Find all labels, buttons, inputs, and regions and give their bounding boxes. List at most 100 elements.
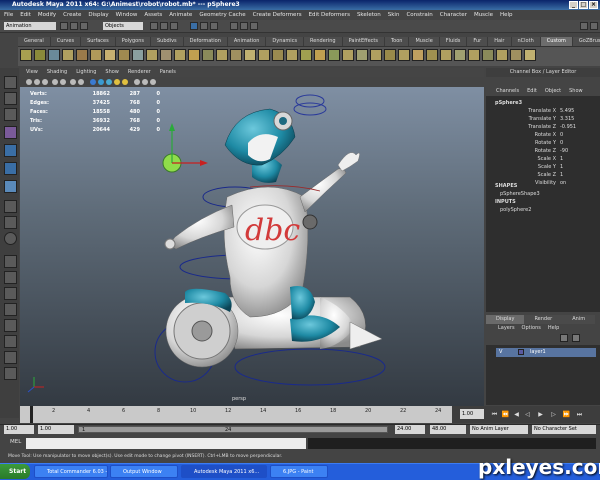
shelf-tool-icon[interactable] [34,49,46,61]
channel-value[interactable]: 3.315 [560,115,574,123]
shelf-tab-hair[interactable]: Hair [488,37,512,46]
shelf-tab-rendering[interactable]: Rendering [304,37,343,46]
character-set-select[interactable]: No Character Set [532,425,596,434]
last-tool-icon[interactable] [4,200,17,213]
channel-value[interactable]: 1 [560,171,563,179]
layout-hypershade-icon[interactable] [4,335,17,348]
menu-create[interactable]: Create [63,10,81,20]
menu-skeleton[interactable]: Skeleton [357,10,381,20]
channel-value[interactable]: 1 [560,163,563,171]
shelf-tool-icon[interactable] [258,49,270,61]
layout-single-icon[interactable] [4,255,17,268]
selection-ring[interactable] [295,94,325,108]
rotate-tool-icon[interactable] [4,144,17,157]
menu-edit-deformers[interactable]: Edit Deformers [309,10,350,20]
textured-icon[interactable] [106,79,112,85]
time-slider[interactable] [20,406,452,423]
shelf-tool-icon[interactable] [146,49,158,61]
ipr-render-icon[interactable] [240,22,248,30]
channel-value[interactable]: 5.495 [560,107,574,115]
layer-tab-render[interactable]: Render [524,315,563,324]
shelf-tab-polygons[interactable]: Polygons [115,37,151,46]
layout-graph-icon[interactable] [4,319,17,332]
channel-value[interactable]: -0.951 [560,123,576,131]
shelf-tab-curves[interactable]: Curves [50,37,82,46]
shelf-tab-animation[interactable]: Animation [227,37,267,46]
range-slider[interactable] [78,426,388,433]
shelf-tab-muscle[interactable]: Muscle [409,37,440,46]
selection-ring[interactable] [234,348,386,386]
step-forward-icon[interactable]: ⏩ [562,410,571,419]
next-key-icon[interactable]: ▷ [549,410,558,419]
channel-menu-edit[interactable]: Edit [527,87,537,96]
shelf-tool-icon[interactable] [286,49,298,61]
circle-tool-icon[interactable] [4,232,17,245]
shelf-tool-icon[interactable] [216,49,228,61]
animation-end-field[interactable]: 48.00 [430,425,466,434]
shelf-tool-icon[interactable] [342,49,354,61]
resolution-gate-icon[interactable] [78,79,84,85]
channel-scale-x[interactable]: Scale X 1 [486,155,600,163]
channel-menu-channels[interactable]: Channels [496,87,519,96]
panel-menu-show[interactable]: Show [105,68,119,77]
shelf-tool-icon[interactable] [90,49,102,61]
channel-translate-x[interactable]: Translate X 5.495 [486,107,600,115]
high-quality-icon[interactable] [150,79,156,85]
shelf-tool-icon[interactable] [496,49,508,61]
shelf-tool-icon[interactable] [244,49,256,61]
layer-row-layer1[interactable]: V layer1 [496,348,596,357]
start-button[interactable]: Start [0,464,30,479]
menu-modify[interactable]: Modify [38,10,56,20]
shadows-icon[interactable] [122,79,128,85]
move-tool-icon[interactable] [4,126,17,139]
menu-edit[interactable]: Edit [20,10,31,20]
shelf-tool-icon[interactable] [412,49,424,61]
select-tool-icon[interactable] [4,76,17,89]
toggle-channel-box-icon[interactable] [580,22,588,30]
playback-end-field[interactable]: 24.00 [395,425,425,434]
menu-skin[interactable]: Skin [388,10,400,20]
taskbar-item-total-commander[interactable]: Total Commander 6.03 - ... [34,465,108,478]
shelf-tab-subdivs[interactable]: Subdivs [151,37,184,46]
render-icon[interactable] [230,22,238,30]
bookmark-icon[interactable] [42,79,48,85]
layout-four-icon[interactable] [4,271,17,284]
channel-rotate-x[interactable]: Rotate X 0 [486,131,600,139]
shelf-tool-icon[interactable] [48,49,60,61]
mel-command-input[interactable] [26,438,306,449]
shelf-tool-icon[interactable] [62,49,74,61]
render-settings-icon[interactable] [250,22,258,30]
current-time-marker[interactable] [30,406,33,423]
shelf-tab-dynamics[interactable]: Dynamics [266,37,305,46]
shelf-tool-icon[interactable] [468,49,480,61]
menu-help[interactable]: Help [500,10,513,20]
shape-node-item[interactable]: pSphereShape3 [486,190,600,198]
shelf-tool-icon[interactable] [300,49,312,61]
panel-menu-shading[interactable]: Shading [47,68,67,77]
step-back-icon[interactable]: ⏪ [501,410,510,419]
toggle-attribute-editor-icon[interactable] [590,22,598,30]
shelf-tab-painteffects[interactable]: PaintEffects [342,37,385,46]
go-to-end-icon[interactable]: ⏭ [575,410,584,419]
menu-assets[interactable]: Assets [144,10,162,20]
layout-custom-icon[interactable] [4,351,17,364]
shelf-tab-gozbrush[interactable]: GoZBrush [572,37,600,46]
layer-color-swatch[interactable] [518,349,524,355]
shelf-tool-icon[interactable] [118,49,130,61]
new-layer-selected-icon[interactable] [572,334,580,342]
shelf-tool-icon[interactable] [510,49,522,61]
menu-create-deformers[interactable]: Create Deformers [253,10,302,20]
channel-scale-y[interactable]: Scale Y 1 [486,163,600,171]
menu-character[interactable]: Character [440,10,467,20]
shelf-tab-custom[interactable]: Custom [540,37,573,46]
taskbar-item-paint[interactable]: 6.JPG - Paint [270,465,328,478]
isolate-select-icon[interactable] [142,79,148,85]
shelf-tab-general[interactable]: General [18,37,51,46]
smooth-shade-icon[interactable] [98,79,104,85]
channel-translate-z[interactable]: Translate Z -0.951 [486,123,600,131]
panel-menu-lighting[interactable]: Lighting [76,68,96,77]
panel-menu-renderer[interactable]: Renderer [128,68,151,77]
camera-icon[interactable] [26,79,32,85]
manipulator-tool-icon[interactable] [4,180,17,193]
shelf-tab-fluids[interactable]: Fluids [439,37,468,46]
